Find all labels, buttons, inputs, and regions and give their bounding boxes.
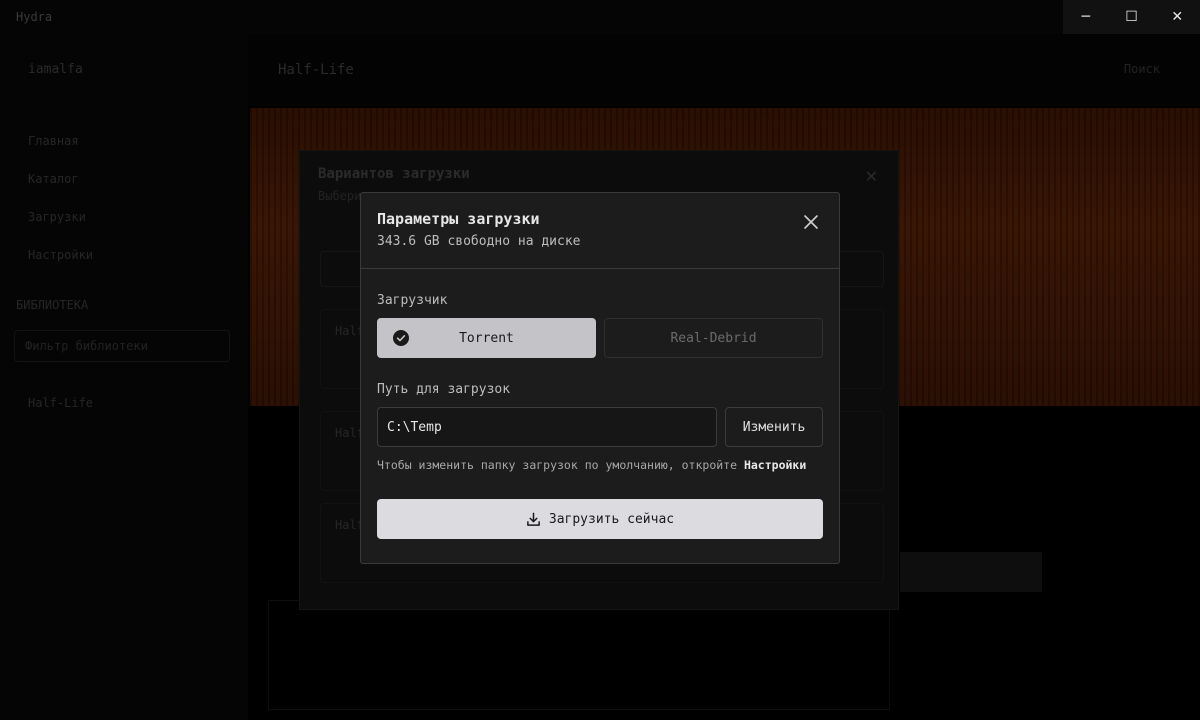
header-search: Поиск <box>1123 62 1160 76</box>
sidebar-game-item: Half-Life <box>28 396 94 410</box>
change-path-button[interactable]: Изменить <box>725 407 823 447</box>
modal-title: Параметры загрузки <box>377 210 540 228</box>
modal-header: Параметры загрузки 343.6 GB свободно на … <box>361 193 839 269</box>
downloader-option-torrent[interactable]: Torrent <box>377 318 596 358</box>
download-now-button[interactable]: Загрузить сейчас <box>377 499 823 539</box>
sidebar-item-catalog: Каталог <box>28 172 79 186</box>
download-icon <box>527 512 540 526</box>
download-path-input[interactable] <box>377 407 717 447</box>
download-path-label: Путь для загрузок <box>377 382 511 397</box>
window-close-button[interactable]: ✕ <box>1154 0 1200 34</box>
download-path-hint: Чтобы изменить папку загрузок по умолчан… <box>377 458 806 472</box>
app-title: Hydra <box>16 10 53 24</box>
downloader-option-real-debrid[interactable]: Real-Debrid <box>604 318 823 358</box>
window-titlebar: Hydra ─ ☐ ✕ <box>0 0 1200 34</box>
sidebar-section-title: БИБЛИОТЕКА <box>16 298 89 312</box>
downloader-option-label: Torrent <box>459 330 514 346</box>
main-header: Half-Life Поиск <box>248 34 1200 106</box>
hint-text: Чтобы изменить папку загрузок по умолчан… <box>377 458 744 472</box>
sidebar-item-downloads: Загрузки <box>28 210 86 224</box>
check-circle-icon <box>393 330 409 346</box>
download-now-label: Загрузить сейчас <box>548 511 675 527</box>
sidebar-user: iamalfa <box>28 62 83 77</box>
close-icon <box>804 215 818 229</box>
downloader-label: Загрузчик <box>377 293 448 308</box>
sidebar: iamalfa Главная Каталог Загрузки Настрой… <box>0 34 248 720</box>
variants-modal-title: Вариантов загрузки <box>318 166 470 182</box>
downloader-option-label: Real-Debrid <box>670 330 757 346</box>
maximize-button[interactable]: ☐ <box>1109 0 1155 34</box>
background-description-box <box>268 600 890 710</box>
window-controls: ─ ☐ ✕ <box>1063 0 1200 34</box>
download-settings-modal: Параметры загрузки 343.6 GB свободно на … <box>360 192 840 564</box>
disk-space-text: 343.6 GB свободно на диске <box>377 234 581 249</box>
header-game-title: Half-Life <box>278 62 354 78</box>
minimize-button[interactable]: ─ <box>1063 0 1109 34</box>
sidebar-item-home: Главная <box>28 134 79 148</box>
settings-link[interactable]: Настройки <box>744 458 806 472</box>
sidebar-item-settings: Настройки <box>28 248 94 262</box>
library-filter-input: Фильтр библиотеки <box>14 330 230 362</box>
background-tab <box>900 552 1042 592</box>
variants-close-icon: ✕ <box>864 167 878 186</box>
close-button[interactable] <box>801 212 821 232</box>
